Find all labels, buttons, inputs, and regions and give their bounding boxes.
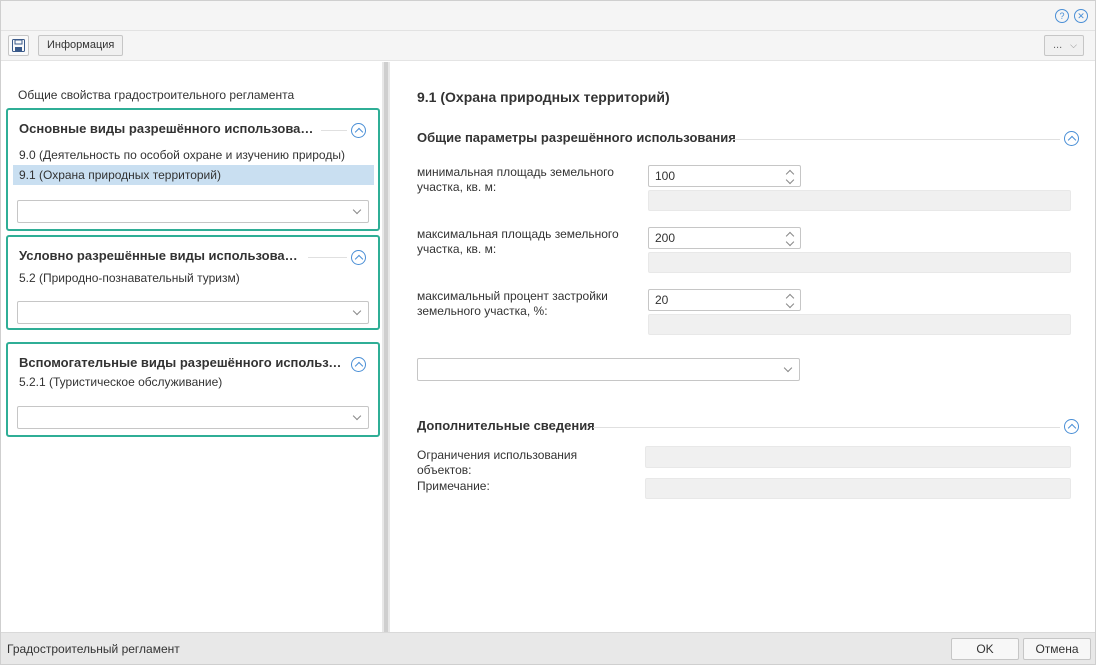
chevron-down-icon: ⌵ [1070,40,1077,50]
spinner-icon[interactable] [786,168,794,184]
input-value: 20 [655,293,669,307]
max-building-percent-input[interactable]: 20 [648,289,801,311]
page-title: 9.1 (Охрана природных территорий) [417,89,670,105]
group-title: Основные виды разрешённого использования [19,121,319,136]
title-bar: ? ✕ [1,1,1095,31]
collapse-icon[interactable] [1064,419,1079,434]
spinner-icon[interactable] [786,230,794,246]
chevron-down-icon [783,363,793,373]
collapse-icon[interactable] [1064,131,1079,146]
divider [733,139,1060,140]
list-item[interactable]: 5.2 (Природно-познавательный туризм) [13,268,374,288]
collapse-icon[interactable] [351,357,366,372]
spinner-icon[interactable] [786,292,794,308]
save-icon [12,39,25,52]
section-title: Общие параметры разрешённого использован… [417,130,736,145]
divider [308,257,347,258]
readonly-field [648,252,1071,273]
chevron-down-icon [352,205,362,215]
section-title: Дополнительные сведения [417,418,595,433]
splitter-handle[interactable] [384,62,388,632]
panel-splitter[interactable] [382,62,390,632]
field-label: максимальная площадь земельного участка,… [417,227,619,256]
group-title: Вспомогательные виды разрешённого исполь… [19,355,344,370]
note-field[interactable] [645,478,1071,499]
group-conditional-uses: Условно разрешённые виды использования 5… [6,235,380,330]
parameter-select[interactable] [417,358,800,381]
restrictions-field[interactable] [645,446,1071,468]
min-area-input[interactable]: 100 [648,165,801,187]
info-button[interactable]: Информация [38,35,124,56]
max-area-input[interactable]: 200 [648,227,801,249]
add-use-select[interactable] [17,301,369,324]
readonly-field [648,190,1071,211]
cancel-button[interactable]: Отмена [1023,638,1091,660]
general-properties-link[interactable]: Общие свойства градостроительного реглам… [18,88,294,102]
field-label: Примечание: [417,479,490,493]
input-value: 100 [655,169,676,183]
list-item[interactable]: 9.0 (Деятельность по особой охране и изу… [13,145,374,165]
group-title: Условно разрешённые виды использования [19,248,304,263]
ok-button[interactable]: OK [951,638,1019,660]
more-menu-button[interactable]: ... ⌵ [1044,35,1084,56]
add-use-select[interactable] [17,200,369,223]
save-button[interactable] [8,35,29,56]
collapse-icon[interactable] [351,250,366,265]
field-label: минимальная площадь земельного участка, … [417,165,614,194]
more-label: ... [1053,39,1063,51]
list-item-selected[interactable]: 9.1 (Охрана природных территорий) [13,165,374,185]
input-value: 200 [655,231,676,245]
close-icon[interactable]: ✕ [1074,9,1088,23]
list-item[interactable]: 5.2.1 (Туристическое обслуживание) [13,372,374,392]
chevron-down-icon [352,306,362,316]
group-auxiliary-uses: Вспомогательные виды разрешённого исполь… [6,342,380,437]
footer: Градостроительный регламент OK Отмена [1,632,1095,664]
right-panel: 9.1 (Охрана природных территорий) Общие … [390,62,1095,632]
chevron-down-icon [352,411,362,421]
field-label: Ограничения использования объектов: [417,448,578,477]
footer-title: Градостроительный регламент [7,642,180,656]
left-panel: Общие свойства градостроительного реглам… [1,62,382,632]
dialog-window: ? ✕ Информация ... ⌵ Общие свойства град… [0,0,1096,665]
readonly-field [648,314,1071,335]
divider [321,130,347,131]
help-icon[interactable]: ? [1055,9,1069,23]
field-label: максимальный процент застройки земельног… [417,289,608,318]
collapse-icon[interactable] [351,123,366,138]
toolbar: Информация ... ⌵ [1,31,1095,61]
add-use-select[interactable] [17,406,369,429]
group-main-uses: Основные виды разрешённого использования… [6,108,380,231]
divider [593,427,1060,428]
